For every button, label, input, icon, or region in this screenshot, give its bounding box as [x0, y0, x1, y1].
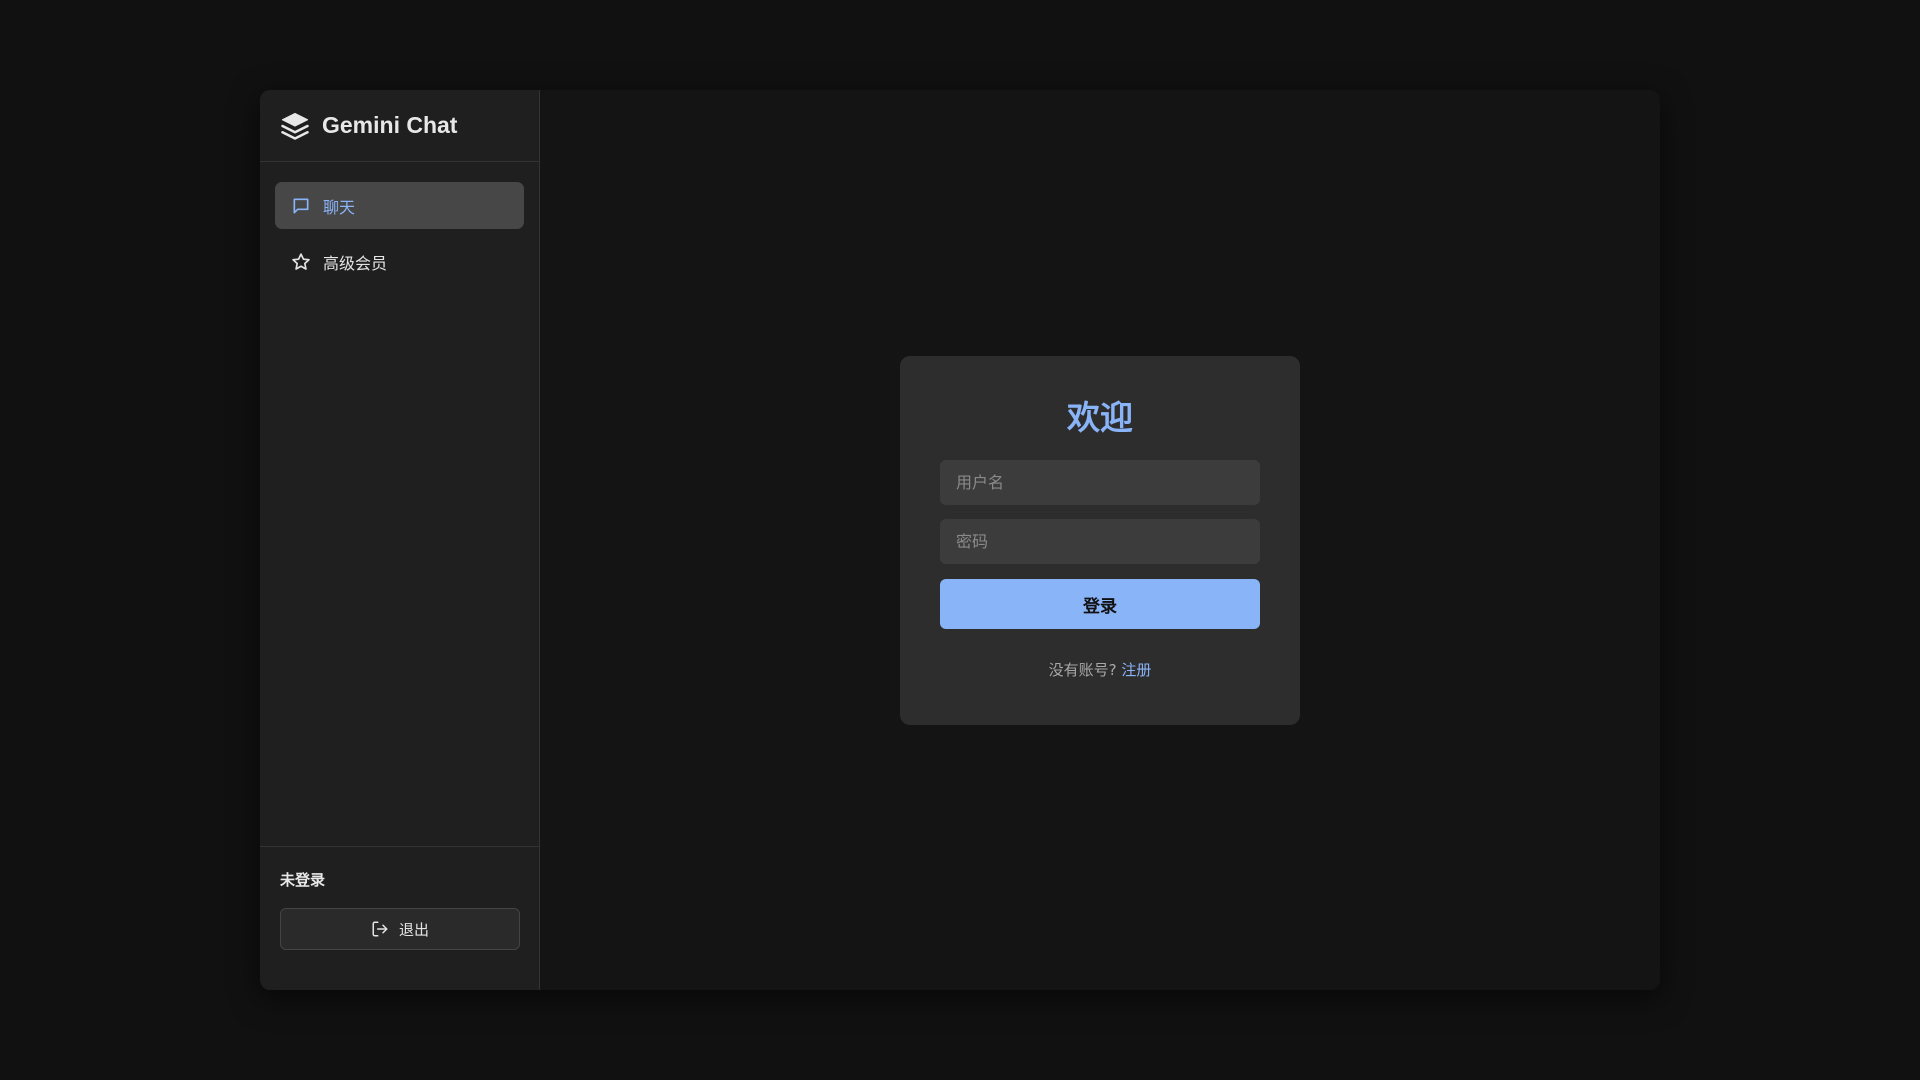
sidebar-item-premium[interactable]: 高级会员 — [275, 238, 524, 285]
logout-button[interactable]: 退出 — [280, 908, 520, 950]
sidebar-nav: 聊天 高级会员 — [260, 162, 539, 846]
signup-link[interactable]: 注册 — [1121, 661, 1151, 679]
login-button[interactable]: 登录 — [940, 579, 1260, 629]
username-input[interactable] — [940, 460, 1260, 505]
logout-label: 退出 — [398, 920, 429, 939]
logout-icon — [371, 920, 389, 938]
sidebar-item-label: 高级会员 — [323, 253, 388, 273]
sidebar-item-label: 聊天 — [323, 197, 356, 217]
sidebar: Gemini Chat 聊天 高级会员 未登录 退出 — [260, 90, 540, 990]
login-title: 欢迎 — [1067, 398, 1133, 437]
layers-icon — [280, 111, 310, 141]
signup-row: 没有账号? 注册 — [940, 659, 1260, 680]
signup-prompt: 没有账号? — [1048, 661, 1117, 679]
app-window: Gemini Chat 聊天 高级会员 未登录 退出 欢迎 用户名 登录 没有账… — [260, 90, 1660, 990]
star-icon — [291, 252, 311, 272]
chat-bubble-icon — [291, 196, 311, 216]
sidebar-footer: 未登录 退出 — [260, 846, 539, 990]
main-content: 欢迎 登录 没有账号? 注册 — [540, 90, 1660, 990]
sidebar-item-chat[interactable]: 聊天 — [275, 182, 524, 229]
app-title: Gemini Chat — [322, 112, 458, 138]
password-input[interactable] — [940, 519, 1260, 564]
user-status: 未登录 — [280, 871, 326, 889]
sidebar-header: Gemini Chat — [260, 90, 539, 162]
login-card: 欢迎 登录 没有账号? 注册 — [900, 356, 1300, 725]
